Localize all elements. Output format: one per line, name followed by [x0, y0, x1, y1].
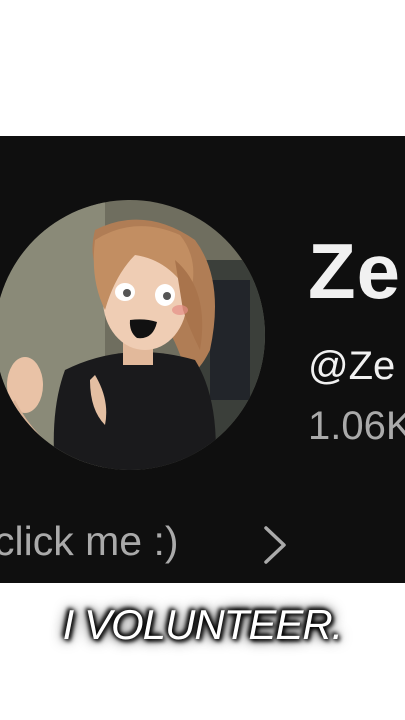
- channel-description-link[interactable]: click me :): [0, 521, 179, 562]
- channel-profile-card: Ze @Ze 1.06K click me :): [0, 136, 405, 583]
- avatar-illustration: [0, 200, 265, 470]
- channel-avatar[interactable]: [0, 200, 265, 470]
- chevron-right-icon[interactable]: [262, 525, 288, 565]
- video-caption: I VOLUNTEER.: [62, 601, 344, 648]
- channel-name: Ze: [308, 227, 402, 315]
- subscriber-count: 1.06K: [308, 404, 405, 448]
- top-blank-area: [0, 0, 405, 136]
- channel-handle: @Ze: [308, 344, 396, 388]
